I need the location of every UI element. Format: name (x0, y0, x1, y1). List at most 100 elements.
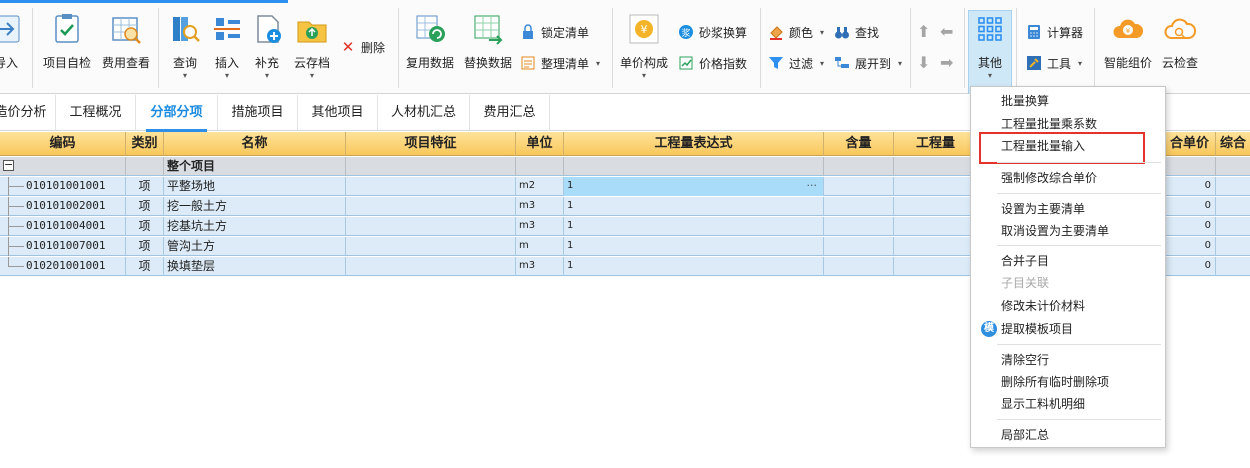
cell-composite[interactable] (1216, 197, 1250, 216)
tab-other-items[interactable]: 其他项目 (298, 95, 378, 131)
color-button[interactable]: 颜色 ▾ (768, 21, 824, 43)
cell-composite[interactable] (1216, 237, 1250, 256)
self-check-button[interactable]: 项目自检 (40, 10, 94, 78)
cell-feature[interactable] (346, 177, 516, 196)
cell-name[interactable]: 挖基坑土方 (164, 217, 346, 236)
cell-unit[interactable]: m3 (516, 197, 564, 216)
insert-button[interactable]: 插入 ▾ (208, 10, 246, 80)
menu-item-set-main-list[interactable]: 设置为主要清单 (1001, 198, 1085, 220)
menu-item-unset-main-list[interactable]: 取消设置为主要清单 (1001, 220, 1109, 242)
cell-category[interactable]: 项 (126, 177, 164, 196)
header-qty-expression[interactable]: 工程量表达式 (564, 132, 824, 156)
reuse-data-button[interactable]: 复用数据 (404, 10, 456, 78)
menu-item-partial-summary[interactable]: 局部汇总 (1001, 424, 1049, 446)
tab-sub-items[interactable]: 分部分项 (136, 95, 218, 132)
move-left-button[interactable]: ⬅ (940, 21, 956, 43)
move-down-button[interactable]: ⬇ (917, 52, 933, 74)
filter-button[interactable]: 过滤 ▾ (768, 52, 824, 74)
cell-composite[interactable] (1216, 217, 1250, 236)
header-code[interactable]: 编码 (0, 132, 126, 156)
menu-item-extract-template[interactable]: 提取模板项目 (1001, 318, 1073, 340)
header-unit[interactable]: 单位 (516, 132, 564, 156)
cell-unit[interactable]: m3 (516, 257, 564, 276)
more-icon[interactable]: ··· (807, 177, 818, 195)
cell-composite[interactable] (1216, 257, 1250, 276)
menu-item-merge-subitems[interactable]: 合并子目 (1001, 250, 1049, 272)
fee-view-button[interactable]: 费用查看 (98, 10, 154, 78)
cell-category[interactable]: 项 (126, 197, 164, 216)
menu-item-show-material-details[interactable]: 显示工料机明细 (1001, 393, 1085, 415)
cell-name[interactable]: 挖一般土方 (164, 197, 346, 216)
menu-item-clear-empty-rows[interactable]: 清除空行 (1001, 349, 1049, 371)
mortar-conversion-button[interactable]: 浆 砂浆换算 (678, 21, 747, 43)
query-button[interactable]: 查询 ▾ (166, 10, 204, 80)
expand-to-button[interactable]: 展开到 ▾ (834, 52, 902, 74)
cell-unit[interactable]: m2 (516, 177, 564, 196)
cell-composite[interactable] (1216, 177, 1250, 196)
cell-quantity[interactable] (894, 217, 978, 236)
organize-list-button[interactable]: 整理清单 ▾ (520, 52, 600, 74)
tab-measure-items[interactable]: 措施项目 (218, 95, 298, 131)
cell-content[interactable] (824, 177, 894, 196)
price-index-button[interactable]: 价格指数 (678, 52, 747, 74)
menu-item-modify-unpriced-material[interactable]: 修改未计价材料 (1001, 295, 1085, 317)
tab-fee-summary[interactable]: 费用汇总 (470, 95, 550, 131)
menu-item-force-modify-price[interactable]: 强制修改综合单价 (1001, 167, 1097, 189)
cell-feature[interactable] (346, 257, 516, 276)
cloud-save-button[interactable]: 云存档 ▾ (290, 10, 334, 80)
move-up-button[interactable]: ⬆ (917, 21, 933, 43)
find-button[interactable]: 查找 (834, 21, 879, 43)
move-right-button[interactable]: ➡ (940, 52, 956, 74)
replace-data-button[interactable]: 替换数据 (462, 10, 514, 78)
cell-category[interactable]: 项 (126, 217, 164, 236)
delete-button[interactable]: ✕ 删除 (340, 36, 385, 58)
cloud-check-button[interactable]: 云检查 (1158, 10, 1202, 78)
header-feature[interactable]: 项目特征 (346, 132, 516, 156)
header-category[interactable]: 类别 (126, 132, 164, 156)
calculator-button[interactable]: 计算器 (1026, 21, 1083, 43)
cell-quantity[interactable] (894, 197, 978, 216)
cell-feature[interactable] (346, 197, 516, 216)
lock-list-button[interactable]: 锁定清单 (520, 21, 589, 43)
cell-qty-expression-selected[interactable]: 1 ··· (564, 177, 824, 196)
chevron-down-icon: ▾ (309, 71, 314, 80)
header-name[interactable]: 名称 (164, 132, 346, 156)
menu-item-batch-input-quantity[interactable]: 工程量批量输入 (1001, 135, 1085, 157)
cell-name[interactable]: 换填垫层 (164, 257, 346, 276)
other-button[interactable]: 其他 ▾ (970, 10, 1010, 80)
tab-cost-analysis[interactable]: 造价分析 (0, 95, 56, 131)
cell-content[interactable] (824, 237, 894, 256)
cell-name[interactable]: 平整场地 (164, 177, 346, 196)
menu-item-batch-conversion[interactable]: 批量换算 (1001, 90, 1049, 112)
cell-unit[interactable]: m (516, 237, 564, 256)
cell-content[interactable] (824, 197, 894, 216)
cell-quantity[interactable] (894, 177, 978, 196)
cell-quantity[interactable] (894, 237, 978, 256)
supplement-button[interactable]: 补充 ▾ (248, 10, 286, 80)
header-quantity[interactable]: 工程量 (894, 132, 978, 156)
cell-category[interactable]: 项 (126, 237, 164, 256)
smart-pricing-button[interactable]: ¥ 智能组价 (1102, 10, 1154, 78)
cell-feature[interactable] (346, 217, 516, 236)
cell-unit[interactable]: m3 (516, 217, 564, 236)
header-content[interactable]: 含量 (824, 132, 894, 156)
cell-qty-expression[interactable]: 1 (564, 257, 824, 276)
cell-quantity[interactable] (894, 257, 978, 276)
unit-price-button[interactable]: ¥ 单价构成 ▾ (618, 10, 670, 80)
cell-content[interactable] (824, 257, 894, 276)
cell-category[interactable]: 项 (126, 257, 164, 276)
menu-item-delete-temp-deleted[interactable]: 删除所有临时删除项 (1001, 371, 1109, 393)
tab-project-overview[interactable]: 工程概况 (56, 95, 136, 131)
cell-qty-expression[interactable]: 1 (564, 217, 824, 236)
cell-feature[interactable] (346, 237, 516, 256)
collapse-toggle-icon[interactable]: − (3, 159, 14, 171)
group-name[interactable]: 整个项目 (164, 157, 346, 176)
cell-qty-expression[interactable]: 1 (564, 237, 824, 256)
import-button[interactable]: 导入 (0, 10, 26, 78)
cell-content[interactable] (824, 217, 894, 236)
header-composite[interactable]: 综合 (1216, 132, 1250, 156)
tools-button[interactable]: 工具 ▾ (1026, 52, 1082, 74)
tab-labor-material-machine[interactable]: 人材机汇总 (378, 95, 470, 131)
cell-qty-expression[interactable]: 1 (564, 197, 824, 216)
cell-name[interactable]: 管沟土方 (164, 237, 346, 256)
